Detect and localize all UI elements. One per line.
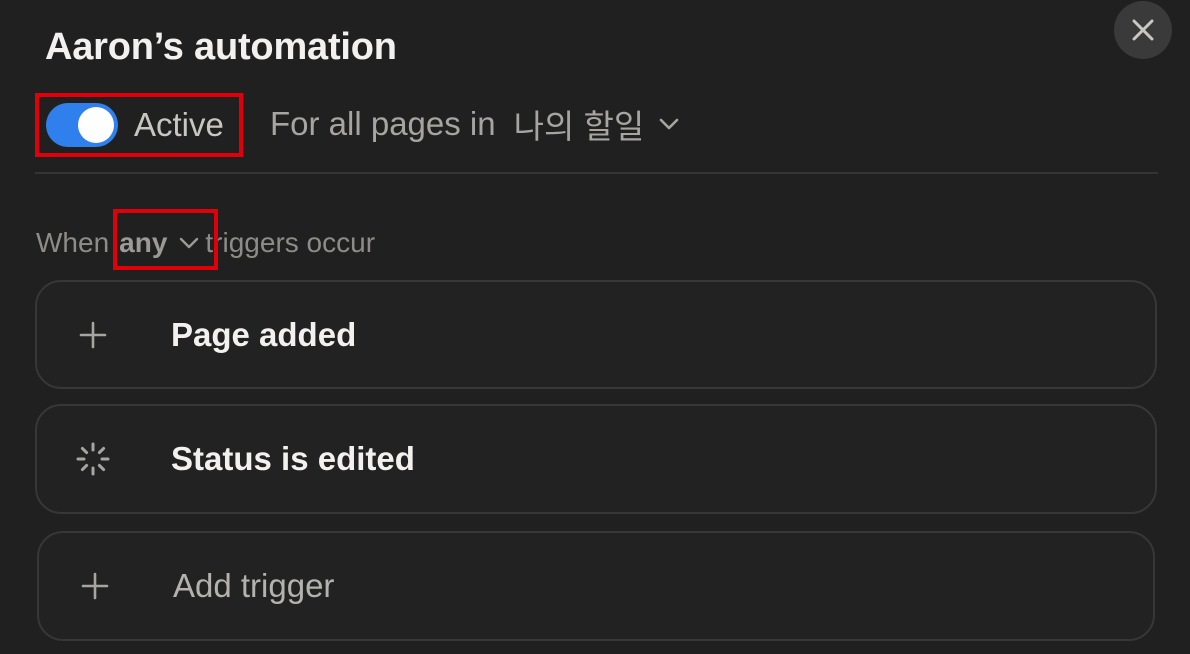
database-name: 나의 할일 [513, 108, 645, 145]
trigger-card-page-added[interactable]: Page added [35, 280, 1157, 389]
trigger-card-status-edited[interactable]: Status is edited [35, 404, 1157, 514]
close-icon [1132, 19, 1154, 41]
scope-selector: For all pages in 나의 할일 [270, 100, 682, 148]
add-trigger-button[interactable]: Add trigger [37, 531, 1155, 641]
automation-title[interactable]: Aaron’s automation [45, 26, 397, 69]
scope-prefix: For all pages in [270, 105, 496, 142]
when-prefix: When [36, 227, 110, 258]
close-button[interactable] [1114, 1, 1172, 59]
add-trigger-label: Add trigger [173, 567, 335, 604]
automation-panel: Aaron’s automation Active For all pages … [0, 0, 1190, 654]
plus-icon [73, 315, 113, 355]
trigger-mode-dropdown[interactable]: any [119, 227, 201, 259]
status-loader-icon [73, 439, 113, 479]
active-label: Active [134, 106, 224, 143]
active-toggle[interactable] [46, 103, 118, 147]
trigger-label: Page added [171, 315, 357, 353]
chevron-down-icon [180, 237, 199, 249]
toggle-knob [78, 107, 114, 143]
when-suffix: triggers occur [205, 227, 376, 258]
trigger-mode: any [119, 227, 168, 258]
trigger-label: Status is edited [171, 440, 415, 477]
active-status: Active [46, 100, 224, 150]
trigger-condition: When any triggers occur [36, 222, 375, 264]
chevron-down-icon [659, 118, 679, 130]
database-dropdown[interactable]: 나의 할일 [514, 100, 683, 148]
plus-icon [75, 566, 115, 606]
divider [35, 172, 1158, 174]
